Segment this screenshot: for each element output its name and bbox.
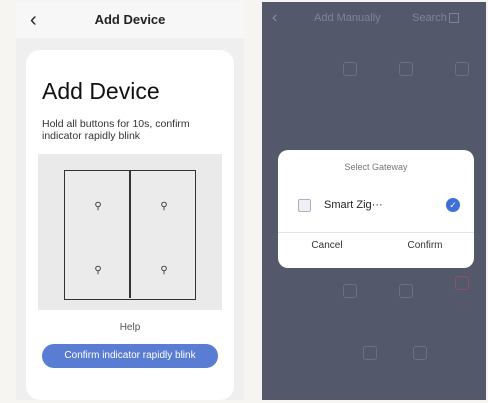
device-icon	[363, 346, 377, 360]
cancel-button[interactable]: Cancel	[278, 240, 376, 251]
instruction-card: Add Device Hold all buttons for 10s, con…	[26, 50, 234, 400]
switch-divider	[129, 171, 131, 298]
top-bar: ‹ Add Manually Search	[262, 2, 486, 36]
search-label: Search	[412, 12, 447, 24]
add-device-screen: ‹ Add Device Add Device Hold all buttons…	[16, 2, 244, 400]
dim-category-item	[388, 62, 424, 79]
dim-category-item	[332, 62, 368, 79]
help-link[interactable]: Help	[26, 322, 234, 333]
switch-plate: ⚲ ⚲ ⚲ ⚲	[64, 170, 196, 300]
card-heading: Add Device	[42, 78, 160, 104]
select-gateway-dialog: Select Gateway Smart Zig··· ✓ Cancel Con…	[278, 150, 474, 268]
dim-category-item	[444, 62, 480, 79]
switch-illustration: ⚲ ⚲ ⚲ ⚲	[38, 154, 222, 310]
card-description: Hold all buttons for 10s, confirm indica…	[42, 118, 190, 142]
dialog-title: Select Gateway	[344, 162, 408, 172]
divider	[278, 232, 474, 233]
page-title: Add Manually	[314, 12, 381, 24]
bulb-icon: ⚲	[94, 201, 102, 212]
confirm-button[interactable]: Confirm	[376, 240, 474, 251]
bulb-icon: ⚲	[160, 201, 168, 212]
gateway-icon	[298, 199, 311, 212]
device-icon	[343, 284, 357, 298]
device-icon	[399, 284, 413, 298]
device-icon	[455, 62, 469, 76]
device-icon	[343, 62, 357, 76]
device-icon	[399, 62, 413, 76]
dim-category-item	[388, 284, 424, 301]
dim-category-item	[352, 346, 388, 363]
back-icon[interactable]: ‹	[272, 9, 277, 27]
gateway-name: Smart Zig···	[324, 199, 383, 211]
top-bar: ‹ Add Device	[16, 2, 244, 38]
dim-category-item	[402, 346, 438, 363]
dim-category-item	[444, 276, 480, 293]
page-title: Add Device	[94, 12, 166, 27]
device-icon	[413, 346, 427, 360]
bulb-icon: ⚲	[94, 265, 102, 276]
search-button[interactable]: Search	[412, 12, 459, 24]
device-icon	[455, 276, 469, 290]
add-manually-screen: ‹ Add Manually Search Select Gateway Sma…	[262, 2, 486, 400]
bulb-icon: ⚲	[160, 265, 168, 276]
dim-category-item	[332, 284, 368, 301]
scan-icon	[448, 13, 459, 24]
gateway-option[interactable]: Smart Zig··· ✓	[290, 194, 462, 218]
confirm-blink-button[interactable]: Confirm indicator rapidly blink	[42, 344, 218, 368]
check-circle-icon: ✓	[446, 198, 460, 212]
